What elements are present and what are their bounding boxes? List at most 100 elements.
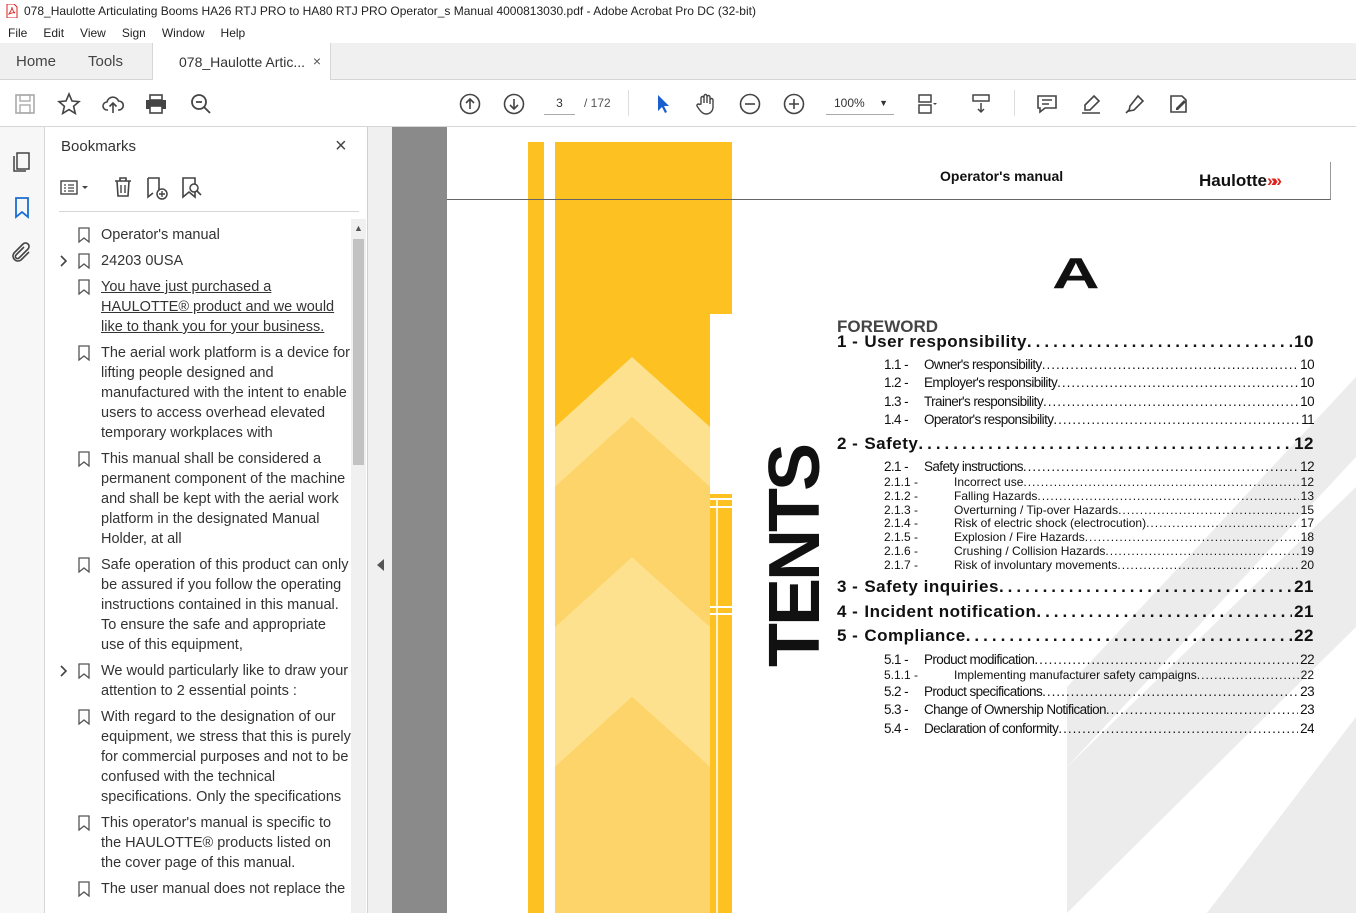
draw-pen-icon[interactable]	[1122, 91, 1148, 117]
toc-label: Operator's responsibility	[924, 412, 1054, 427]
scroll-up-icon[interactable]: ▲	[354, 223, 363, 233]
panel-title: Bookmarks	[61, 138, 137, 155]
toc-label: Incorrect use	[954, 475, 1024, 489]
chevron-right-icon[interactable]	[59, 664, 69, 678]
print-icon[interactable]	[143, 91, 169, 117]
zoom-search-icon[interactable]	[188, 91, 214, 117]
page-down-icon[interactable]	[501, 91, 527, 117]
toc-label: Incident notification	[864, 602, 1037, 621]
bookmarks-toolbar	[59, 175, 359, 205]
toc-entry[interactable]: 1.3 - Trainer's responsibility ..........…	[884, 394, 1314, 409]
tab-home[interactable]: Home	[16, 43, 56, 80]
bookmark-icon	[78, 253, 90, 270]
find-bookmark-icon[interactable]	[179, 175, 205, 201]
chevron-down-icon: ▼	[879, 98, 888, 108]
toc-number: 2.1.6 -	[884, 544, 919, 558]
attachment-paperclip-icon[interactable]	[10, 241, 34, 265]
toc-label: Safety inquiries	[864, 577, 999, 596]
bookmark-options-icon[interactable]	[59, 175, 88, 201]
scroll-mode-icon[interactable]	[968, 91, 994, 117]
toc-entry[interactable]: 5 - Compliance ..........................…	[837, 626, 1314, 646]
document-viewer[interactable]: Operator's manual Haulotte»» A FOREWORD …	[392, 127, 1356, 913]
menu-help[interactable]: Help	[213, 26, 254, 40]
tab-close-icon[interactable]: ×	[313, 53, 321, 69]
hand-tool-icon[interactable]	[693, 91, 719, 117]
close-icon[interactable]: ×	[335, 135, 347, 158]
toc-entry[interactable]: 1.1 - Owner's responsibility ............…	[884, 357, 1314, 372]
delete-trash-icon[interactable]	[111, 175, 137, 201]
page-up-icon[interactable]	[457, 91, 483, 117]
page-number-input[interactable]: 3	[544, 91, 575, 115]
toc-entry[interactable]: 1 - User responsibility .................…	[837, 332, 1314, 352]
bookmark-label: The user manual does not replace the	[101, 881, 346, 897]
toc-entry[interactable]: 2.1 - Safety instructions ...............…	[884, 459, 1314, 474]
toc-entry[interactable]: 2.1.3 - Overturning / Tip-over Hazards ..…	[884, 503, 1314, 517]
menu-edit[interactable]: Edit	[35, 26, 72, 40]
toc-entry[interactable]: 2.1.7 - Risk of involuntary movements ...…	[884, 558, 1314, 572]
toc-entry[interactable]: 5.2 - Product specifications ............…	[884, 684, 1314, 699]
toc-entry[interactable]: 2.1.1 - Incorrect use ...................…	[884, 475, 1314, 489]
chevron-right-icon[interactable]	[59, 254, 69, 268]
toc-entry[interactable]: 2.1.5 - Explosion / Fire Hazards ........…	[884, 530, 1314, 544]
band-notch	[710, 314, 740, 494]
menu-window[interactable]: Window	[154, 26, 213, 40]
page-display-icon[interactable]	[914, 91, 940, 117]
toc-label: Owner's responsibility	[924, 357, 1042, 372]
menu-file[interactable]: File	[0, 26, 35, 40]
toc-label: Implementing manufacturer safety campaig…	[954, 668, 1197, 682]
toc-leader-dots: ........................................…	[1042, 394, 1298, 409]
toc-page-number: 17	[1300, 516, 1314, 530]
save-icon[interactable]	[12, 91, 38, 117]
highlight-pen-icon[interactable]	[1078, 91, 1104, 117]
toc-leader-dots: ........................................…	[1026, 332, 1292, 351]
toc-leader-dots: ........................................…	[1058, 721, 1298, 736]
comment-icon[interactable]	[1034, 91, 1060, 117]
toc-label: Employer's responsibility	[924, 375, 1058, 390]
bookmarks-panel: Bookmarks × Operator's manual 24203 0USA Y…	[45, 127, 368, 913]
toc-page-number: 20	[1300, 558, 1314, 572]
zoom-in-icon[interactable]	[781, 91, 807, 117]
bookmark-icon	[78, 279, 90, 296]
scrollbar-thumb[interactable]	[353, 239, 364, 465]
toc-page-number: 10	[1300, 357, 1314, 372]
navigation-rail	[0, 127, 45, 913]
tab-document[interactable]: 078_Haulotte Artic... ×	[152, 43, 331, 81]
bookmark-icon	[78, 815, 90, 832]
panel-collapse-handle[interactable]	[368, 127, 392, 913]
bookmark-panel-icon[interactable]	[10, 195, 34, 219]
menu-sign[interactable]: Sign	[114, 26, 154, 40]
toc-number: 2.1.7 -	[884, 558, 919, 572]
toc-entry[interactable]: 5.1.1 - Implementing manufacturer safety …	[884, 668, 1314, 682]
upload-cloud-icon[interactable]	[100, 91, 126, 117]
toc-entry[interactable]: 4 - Incident notification ...............…	[837, 602, 1314, 622]
toc-page-number: 24	[1300, 721, 1314, 736]
bookmark-label: This operator's manual is specific to th…	[101, 815, 332, 871]
bookmark-scrollbar[interactable]: ▲	[351, 219, 366, 913]
toc-number: 5.4 -	[884, 721, 909, 736]
tab-tools[interactable]: Tools	[88, 43, 123, 80]
toc-entry[interactable]: 3 - Safety inquiries ....................…	[837, 577, 1314, 597]
toc-entry[interactable]: 2.1.6 - Crushing / Collision Hazards ....…	[884, 544, 1314, 558]
toc-entry[interactable]: 1.4 - Operator's responsibility .........…	[884, 412, 1314, 427]
bookmark-label: You have just purchased a HAULOTTE® prod…	[101, 279, 335, 335]
new-bookmark-icon[interactable]	[144, 175, 170, 201]
toc-label: Safety	[864, 434, 919, 453]
fill-sign-icon[interactable]	[1166, 91, 1192, 117]
star-icon[interactable]	[56, 91, 82, 117]
page-thumbnails-icon[interactable]	[10, 149, 34, 173]
toc-number: 2.1.2 -	[884, 489, 919, 503]
toc-entry[interactable]: 5.1 - Product modification ..............…	[884, 652, 1314, 667]
toc-entry[interactable]: 2.1.2 - Falling Hazards .................…	[884, 489, 1314, 503]
page-header: Operator's manual Haulotte»»	[447, 162, 1331, 200]
toc-entry[interactable]: 2 - Safety ..............................…	[837, 434, 1314, 454]
toc-entry[interactable]: 2.1.4 - Risk of electric shock (electrocu…	[884, 516, 1314, 530]
toc-entry[interactable]: 1.2 - Employer's responsibility .........…	[884, 375, 1314, 390]
bookmark-label: Safe operation of this product can only …	[101, 557, 349, 653]
zoom-out-icon[interactable]	[737, 91, 763, 117]
toc-entry[interactable]: 5.3 - Change of Ownership Notification ..…	[884, 702, 1314, 717]
toc-entry[interactable]: 5.4 - Declaration of conformity .........…	[884, 721, 1314, 736]
zoom-level-select[interactable]: 100% ▼	[826, 91, 894, 115]
menu-view[interactable]: View	[72, 26, 114, 40]
select-cursor-icon[interactable]	[649, 91, 675, 117]
toc-leader-dots: ........................................…	[1041, 357, 1299, 372]
